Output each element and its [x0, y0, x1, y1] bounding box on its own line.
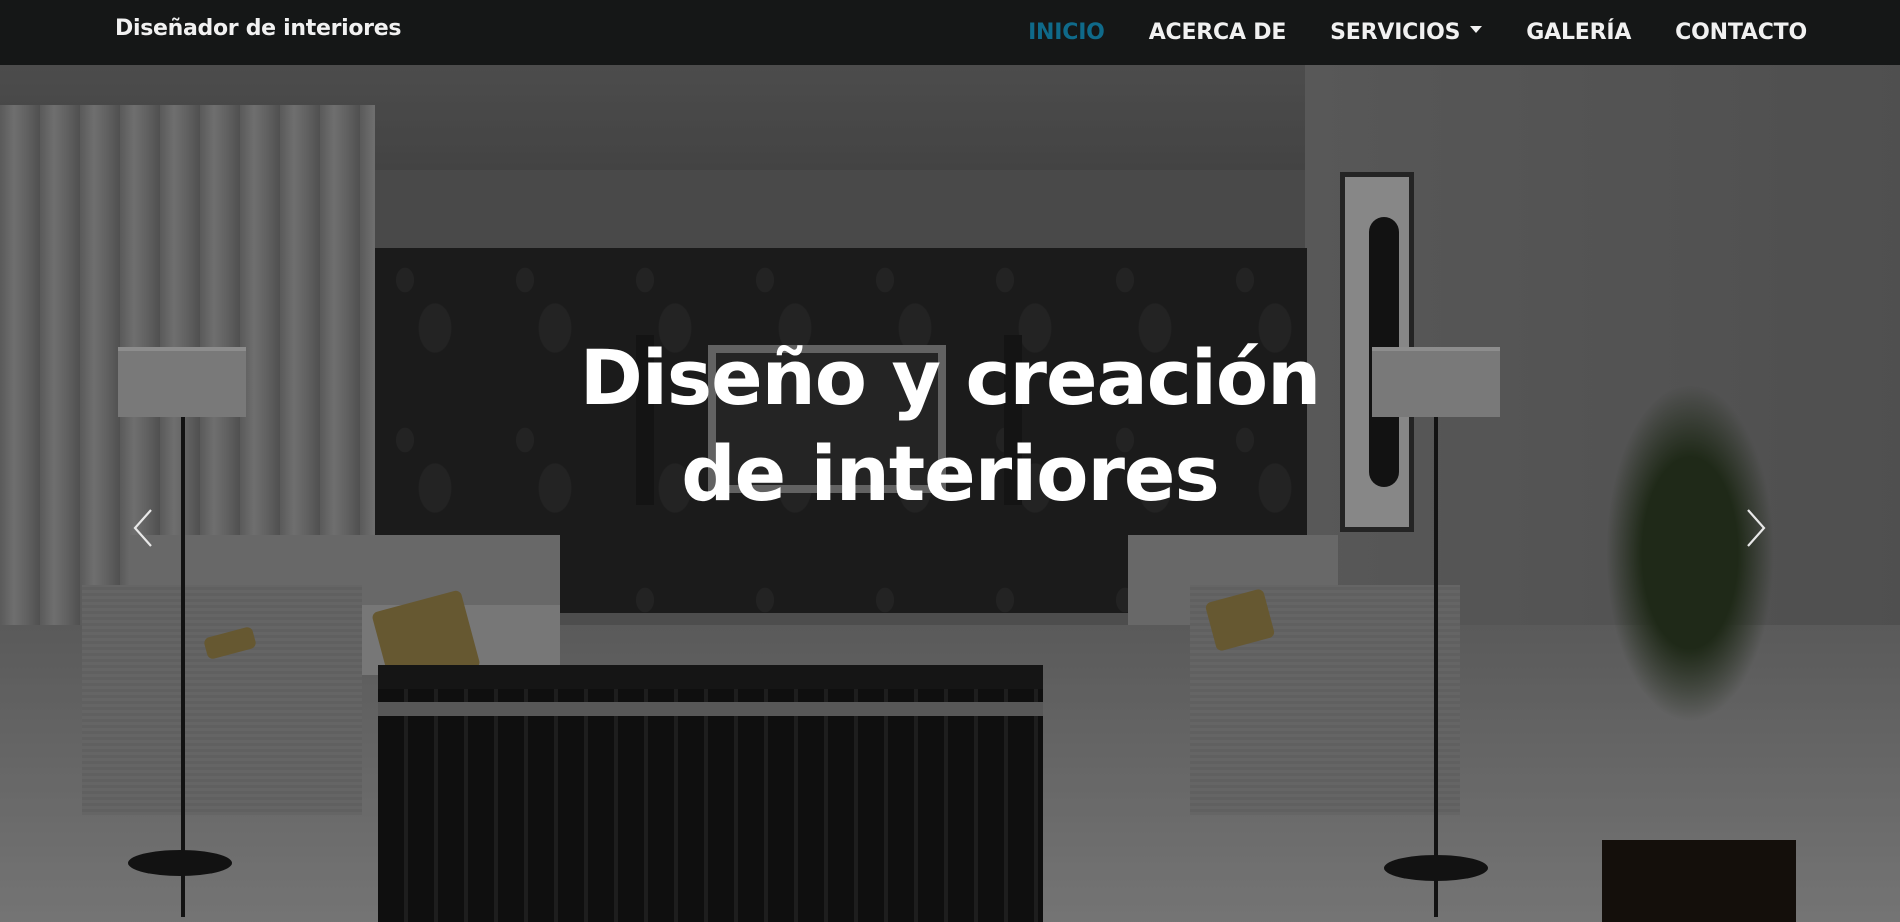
nav-item-label: INICIO	[1028, 20, 1105, 45]
chevron-left-icon	[133, 509, 152, 547]
navbar: Diseñador de interiores INICIO ACERCA DE…	[0, 0, 1900, 65]
chevron-right-icon	[1747, 509, 1766, 547]
carousel-next-button[interactable]	[1736, 493, 1776, 563]
hero-caption: Diseño y creación de interiores	[0, 330, 1900, 522]
hero-title: Diseño y creación de interiores	[579, 333, 1321, 518]
nav-item-label: GALERÍA	[1526, 20, 1632, 45]
nav-item-label: SERVICIOS	[1330, 20, 1461, 45]
brand-logo-text[interactable]: Diseñador de interiores	[115, 16, 401, 41]
caret-down-icon	[1470, 26, 1483, 33]
carousel-prev-button[interactable]	[123, 493, 163, 563]
nav-item-label: CONTACTO	[1675, 20, 1807, 45]
nav-item-acerca-de[interactable]: ACERCA DE	[1148, 20, 1287, 45]
nav-item-servicios[interactable]: SERVICIOS	[1330, 20, 1483, 45]
nav-menu: INICIO ACERCA DE SERVICIOS GALERÍA CONTA…	[984, 0, 1807, 65]
nav-item-inicio[interactable]: INICIO	[1028, 20, 1105, 45]
nav-item-contacto[interactable]: CONTACTO	[1675, 20, 1807, 45]
nav-item-label: ACERCA DE	[1148, 20, 1287, 45]
nav-item-galeria[interactable]: GALERÍA	[1526, 20, 1631, 45]
